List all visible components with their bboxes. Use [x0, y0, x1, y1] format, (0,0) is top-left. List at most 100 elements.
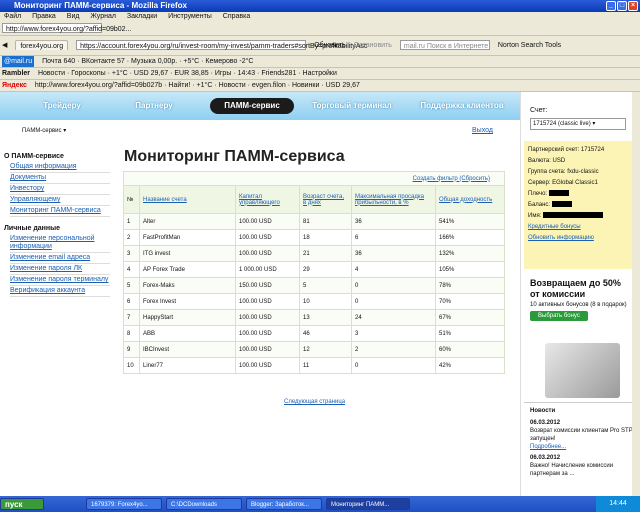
nav-terminal[interactable]: Торговый терминал [302, 98, 402, 114]
col-capital[interactable]: Капитал управляющего [235, 185, 300, 214]
cell: 46 [299, 325, 352, 342]
cell: 3 [123, 245, 140, 262]
cell[interactable]: IBCInvest [139, 341, 236, 358]
nav-pamm[interactable]: ПАММ-сервис [210, 98, 294, 114]
nav-partner[interactable]: Партнеру [112, 98, 196, 114]
cell: 36 [351, 245, 436, 262]
cell: 9 [123, 341, 140, 358]
nav-support[interactable]: Поддержка клиентов [412, 98, 512, 114]
cell[interactable]: HappyStart [139, 309, 236, 326]
left-link-docs[interactable]: Документы [10, 173, 110, 184]
menu-history[interactable]: Журнал [90, 13, 116, 20]
cell[interactable]: Alter [139, 213, 236, 230]
rambler-logo[interactable]: Rambler [2, 68, 30, 79]
table-row: 1 Alter 100.00 USD 81 36 541% [123, 213, 505, 230]
news-more-link[interactable]: Подробнее... [524, 443, 636, 451]
menu-file[interactable]: Файл [4, 13, 21, 20]
cell[interactable]: ITG invest [139, 245, 236, 262]
credit-bonus-link[interactable]: Кредитные бонусы [524, 222, 634, 233]
norton-toolbar[interactable]: Norton Search Tools [498, 40, 561, 51]
table-row: 9 IBCInvest 100.00 USD 12 2 60% [123, 341, 505, 358]
scrollbar[interactable] [632, 92, 640, 496]
task-blogger[interactable]: Blogger: Заработок... [246, 498, 322, 510]
update-info-link[interactable]: Обновить информацию [524, 233, 634, 244]
tab-forex4you[interactable]: forex4you.org [15, 40, 69, 50]
redacted-box [551, 201, 572, 208]
rambler-items[interactable]: Новости · Гороскопы · +1°C · USD 29,67 ·… [38, 68, 337, 79]
news-text: Важно! Начисление комиссии партнерам за … [530, 463, 614, 477]
menu-edit[interactable]: Правка [32, 13, 56, 20]
pamm-table: Создать фильтр (Сбросить) № Название сче… [123, 171, 505, 374]
col-profit[interactable]: Общая доходность [435, 185, 505, 214]
left-link-personal-info[interactable]: Изменение персональной информации [10, 234, 110, 253]
address-bar[interactable]: https://account.forex4you.org/ru/invest-… [76, 40, 367, 50]
mailru-logo[interactable]: @mail.ru [2, 56, 35, 67]
start-button[interactable]: пуск [0, 498, 44, 510]
choose-bonus-button[interactable]: Выбрать бонус [530, 311, 588, 321]
nav-trader[interactable]: Трейдеру [20, 98, 104, 114]
window-titlebar: Мониторинг ПАММ-сервиса - Mozilla Firefo… [0, 0, 640, 12]
reload-button[interactable]: Обновить [314, 40, 346, 51]
news-date: 06.03.2012 [530, 420, 561, 426]
cell[interactable]: Liner77 [139, 357, 236, 374]
menu-view[interactable]: Вид [67, 13, 80, 20]
col-name[interactable]: Название счета [139, 185, 236, 214]
yandex-items[interactable]: http://www.forex4you.org/?affid=09b027b … [35, 80, 360, 91]
menu-tools[interactable]: Инструменты [168, 13, 212, 20]
maximize-button[interactable]: □ [617, 1, 627, 11]
task-forex4you[interactable]: 1679379: Forex4yo... [86, 498, 162, 510]
cell: 18 [299, 229, 352, 246]
yandex-logo[interactable]: Яндекс [2, 80, 27, 91]
cell[interactable]: Forex Invest [139, 293, 236, 310]
minimize-button[interactable]: _ [606, 1, 616, 11]
account-select[interactable]: 1715724 (classic live) ▾ [530, 118, 626, 130]
cell[interactable]: FastProfitMan [139, 229, 236, 246]
table-row: 10 Liner77 100.00 USD 11 0 42% [123, 357, 505, 374]
page-title: Мониторинг ПАММ-сервиса [124, 148, 345, 165]
leverage-label: Плечо: [528, 191, 548, 197]
left-link-manager[interactable]: Управляющему [10, 195, 110, 206]
left-link-general[interactable]: Общая информация [10, 162, 110, 173]
account-info-box: Партнерский счет: 1715724 Валюта: USD Гр… [524, 141, 634, 269]
table-row: 8 ABB 100.00 USD 46 3 51% [123, 325, 505, 342]
cell: 3 [351, 325, 436, 342]
balance-label: Баланс: [528, 202, 551, 208]
bookmark-url[interactable]: http://www.forex4you.org/?affid=09b02... [2, 23, 131, 33]
table-row: 5 Forex-Maks 150.00 USD 5 0 78% [123, 277, 505, 294]
cell[interactable]: ABB [139, 325, 236, 342]
table-row: 4 AP Forex Trade 1 000.00 USD 29 4 105% [123, 261, 505, 278]
col-age[interactable]: Возраст счета, в днях [299, 185, 352, 214]
left-link-terminal-password[interactable]: Изменение пароля терминалу [10, 275, 110, 286]
cell: 132% [435, 245, 505, 262]
col-drawdown[interactable]: Максимальная просадка прибыльности, в % [351, 185, 436, 214]
table-row: 2 FastProfitMan 100.00 USD 18 6 166% [123, 229, 505, 246]
cell[interactable]: Forex-Maks [139, 277, 236, 294]
left-link-email[interactable]: Изменение email адреса [10, 253, 110, 264]
search-input[interactable]: mail.ru Поиск в Интернете [399, 40, 490, 50]
close-button[interactable]: × [628, 1, 638, 11]
tab-address-toolbar: ◀ forex4you.org https://account.forex4yo… [0, 36, 640, 56]
promo-subtitle: 10 активных бонусов (8 в подарок) [530, 302, 627, 308]
stop-button[interactable]: Остановить [354, 40, 392, 51]
menu-bookmarks[interactable]: Закладки [127, 13, 157, 20]
cell: 81 [299, 213, 352, 230]
task-downloads[interactable]: C:\DCDownloads [166, 498, 242, 510]
section-selector[interactable]: ПАММ-сервис ▾ [22, 127, 66, 134]
cell: 12 [299, 341, 352, 358]
left-link-verification[interactable]: Верификация аккаунта [10, 286, 110, 297]
left-link-monitoring[interactable]: Мониторинг ПАММ-сервиса [10, 206, 110, 217]
left-link-password[interactable]: Изменение пароля ЛК [10, 264, 110, 275]
news-block: Новости 06.03.2012 Возврат комиссии клие… [524, 402, 636, 496]
left-link-investor[interactable]: Инвестору [10, 184, 110, 195]
cell[interactable]: AP Forex Trade [139, 261, 236, 278]
redacted-box [543, 212, 604, 219]
next-page-link[interactable]: Следующая страница [284, 399, 345, 405]
menu-help[interactable]: Справка [223, 13, 250, 20]
cell: 36 [351, 213, 436, 230]
filter-link[interactable]: Создать фильтр (Сбросить) [123, 171, 505, 186]
back-icon[interactable]: ◀ [2, 40, 7, 51]
exit-link[interactable]: Выход [472, 127, 493, 134]
task-monitoring[interactable]: Мониторинг ПАММ... [326, 498, 410, 510]
account-label: Счет: [530, 107, 548, 114]
mailru-items[interactable]: Почта 640 · ВКонтакте 57 · Музыка 0,00р.… [42, 56, 253, 67]
